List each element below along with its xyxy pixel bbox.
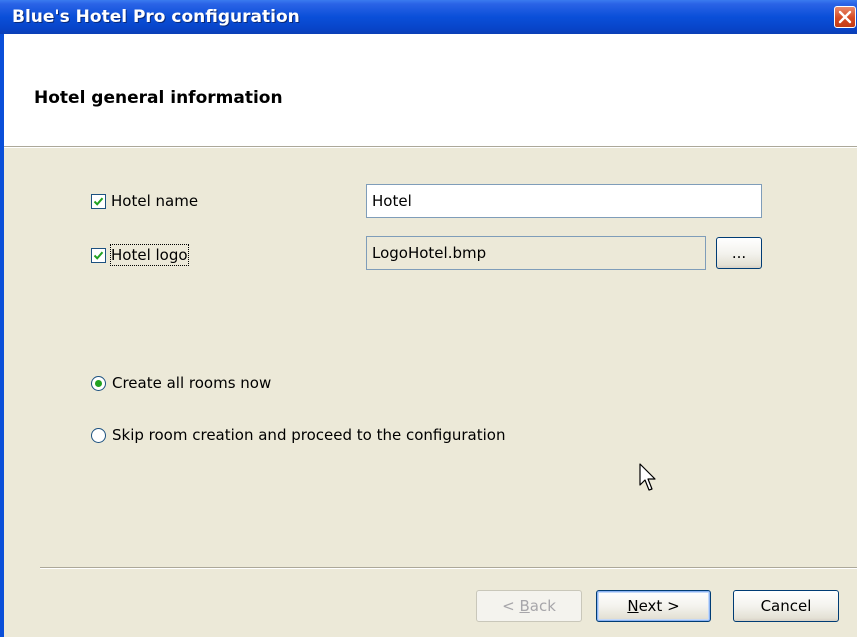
hotel-logo-label[interactable]: Hotel logo (110, 244, 189, 266)
wizard-header: Hotel general information (4, 34, 857, 146)
browse-logo-button[interactable]: ... (716, 237, 762, 269)
header-divider (4, 146, 857, 148)
hotel-logo-checkbox[interactable] (91, 248, 106, 263)
skip-rooms-label[interactable]: Skip room creation and proceed to the co… (112, 425, 505, 445)
back-button-accel: B (519, 597, 530, 615)
back-button-prefix: < (502, 597, 520, 615)
create-rooms-radio[interactable] (91, 376, 106, 391)
title-bar: Blue's Hotel Pro configuration (0, 0, 857, 34)
skip-rooms-radio[interactable] (91, 428, 106, 443)
cancel-button[interactable]: Cancel (733, 590, 839, 622)
create-rooms-label[interactable]: Create all rooms now (112, 373, 271, 393)
next-button-suffix: > (662, 597, 680, 615)
hotel-name-checkbox[interactable] (91, 194, 106, 209)
next-button-accel: N (627, 597, 639, 615)
footer-divider (40, 567, 857, 569)
checkmark-icon (93, 251, 104, 260)
hotel-logo-input: LogoHotel.bmp (366, 236, 706, 270)
close-button[interactable] (834, 6, 856, 28)
next-button[interactable]: Next > (596, 590, 711, 622)
hotel-name-label[interactable]: Hotel name (111, 191, 198, 211)
back-button-rest: ack (529, 597, 556, 615)
close-x-icon (838, 10, 852, 24)
radio-selected-dot (95, 380, 102, 387)
hotel-name-input[interactable]: Hotel (366, 184, 762, 218)
back-button[interactable]: < Back (476, 590, 582, 622)
checkmark-icon (93, 197, 104, 206)
arrow-cursor-icon (639, 463, 656, 491)
window-title: Blue's Hotel Pro configuration (12, 7, 300, 27)
page-title: Hotel general information (34, 88, 283, 108)
next-button-rest: ext (638, 597, 663, 615)
